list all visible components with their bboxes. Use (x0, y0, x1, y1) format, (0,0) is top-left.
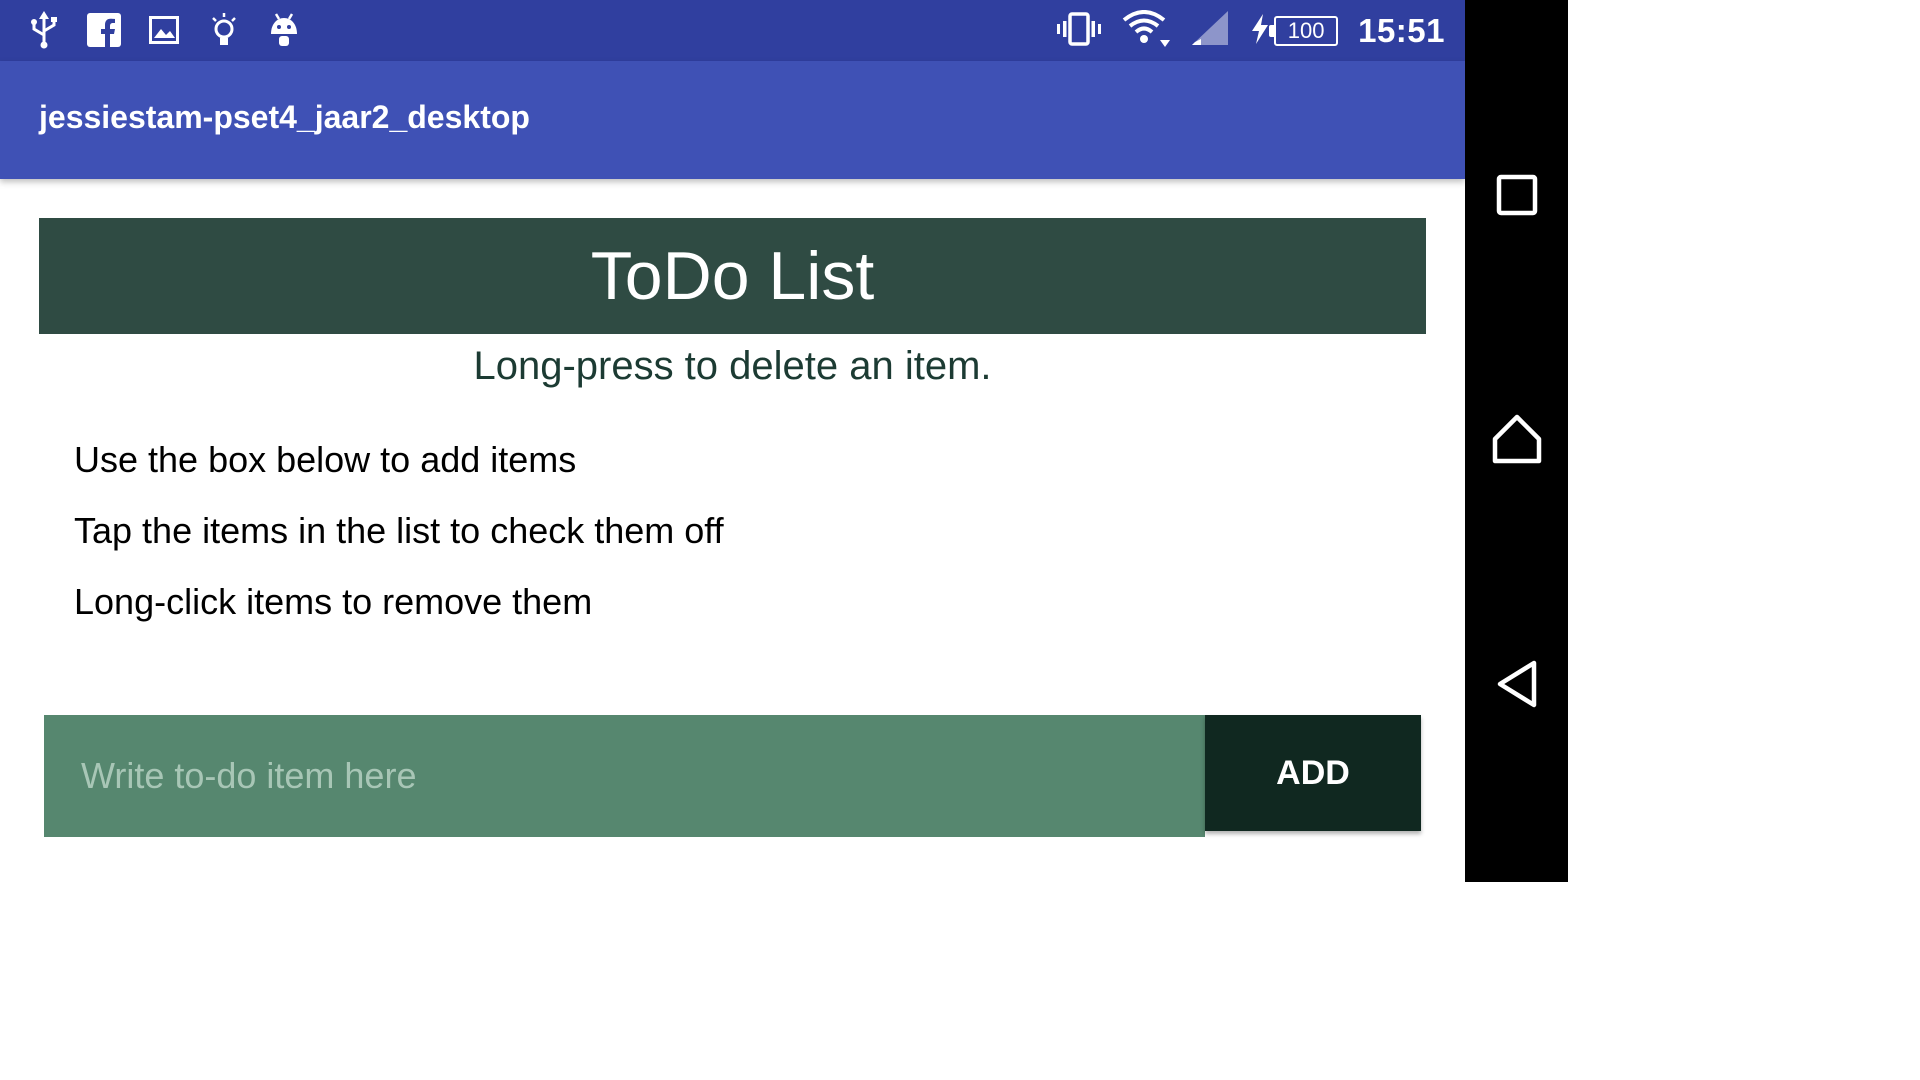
cell-signal-icon (1190, 10, 1230, 52)
system-status: 100 15:51 (1056, 8, 1445, 54)
app-screen: 100 15:51 jessiestam-pset4_jaar2_desktop… (0, 0, 1568, 882)
todo-list: Use the box below to add items Tap the i… (74, 434, 1374, 647)
recents-button[interactable] (1465, 152, 1568, 242)
page-title: ToDo List (590, 238, 875, 314)
todo-item-input[interactable] (44, 715, 1205, 837)
todo-header: ToDo List (39, 218, 1426, 334)
hint-text: Long-press to delete an item. (473, 344, 992, 388)
home-button[interactable] (1465, 396, 1568, 486)
wifi-icon (1122, 9, 1171, 53)
list-item[interactable]: Long-click items to remove them (74, 576, 1374, 647)
notification-icons (26, 10, 302, 50)
battery-level: 100 (1269, 16, 1339, 46)
clock: 15:51 (1358, 12, 1445, 49)
battery-nub (1269, 25, 1275, 37)
lightbulb-icon (206, 10, 242, 50)
vibrate-icon (1056, 11, 1102, 51)
app-title: jessiestam-pset4_jaar2_desktop (39, 99, 530, 135)
recents-icon (1496, 174, 1538, 221)
back-button[interactable] (1465, 641, 1568, 731)
battery-percent: 100 (1287, 18, 1325, 43)
status-bar: 100 15:51 (0, 0, 1465, 61)
charging-icon (1250, 13, 1270, 49)
back-icon (1494, 659, 1540, 714)
usb-icon (26, 10, 62, 50)
app-bar: jessiestam-pset4_jaar2_desktop (0, 61, 1465, 179)
home-icon (1491, 413, 1543, 470)
navigation-bar (1465, 0, 1568, 882)
list-item[interactable]: Tap the items in the list to check them … (74, 505, 1374, 576)
battery-indicator: 100 (1250, 13, 1339, 49)
add-button[interactable]: ADD (1205, 715, 1421, 831)
add-item-row: ADD (44, 715, 1421, 837)
image-icon (146, 10, 182, 50)
list-item[interactable]: Use the box below to add items (74, 434, 1374, 505)
facebook-icon (86, 10, 122, 50)
android-icon (266, 10, 302, 50)
